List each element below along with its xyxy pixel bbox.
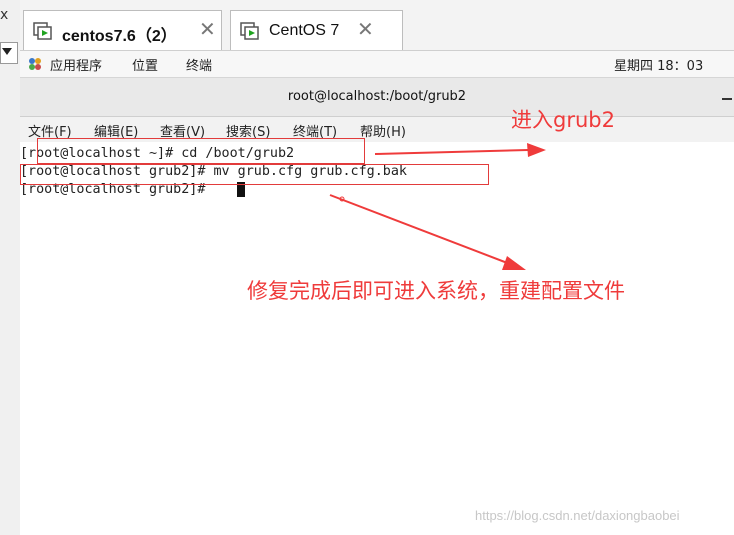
annotation-arrows [329,143,546,270]
arrow-line [329,194,511,265]
annotation-after-repair: 修复完成后即可进入系统，重建配置文件 [247,279,625,303]
arrow-head [502,256,526,270]
arrow-head [527,143,546,157]
arrow-line [374,149,529,155]
annotation-enter-grub2: 进入grub2 [511,108,615,132]
watermark: https://blog.csdn.net/daxiongbaobei [475,508,680,523]
